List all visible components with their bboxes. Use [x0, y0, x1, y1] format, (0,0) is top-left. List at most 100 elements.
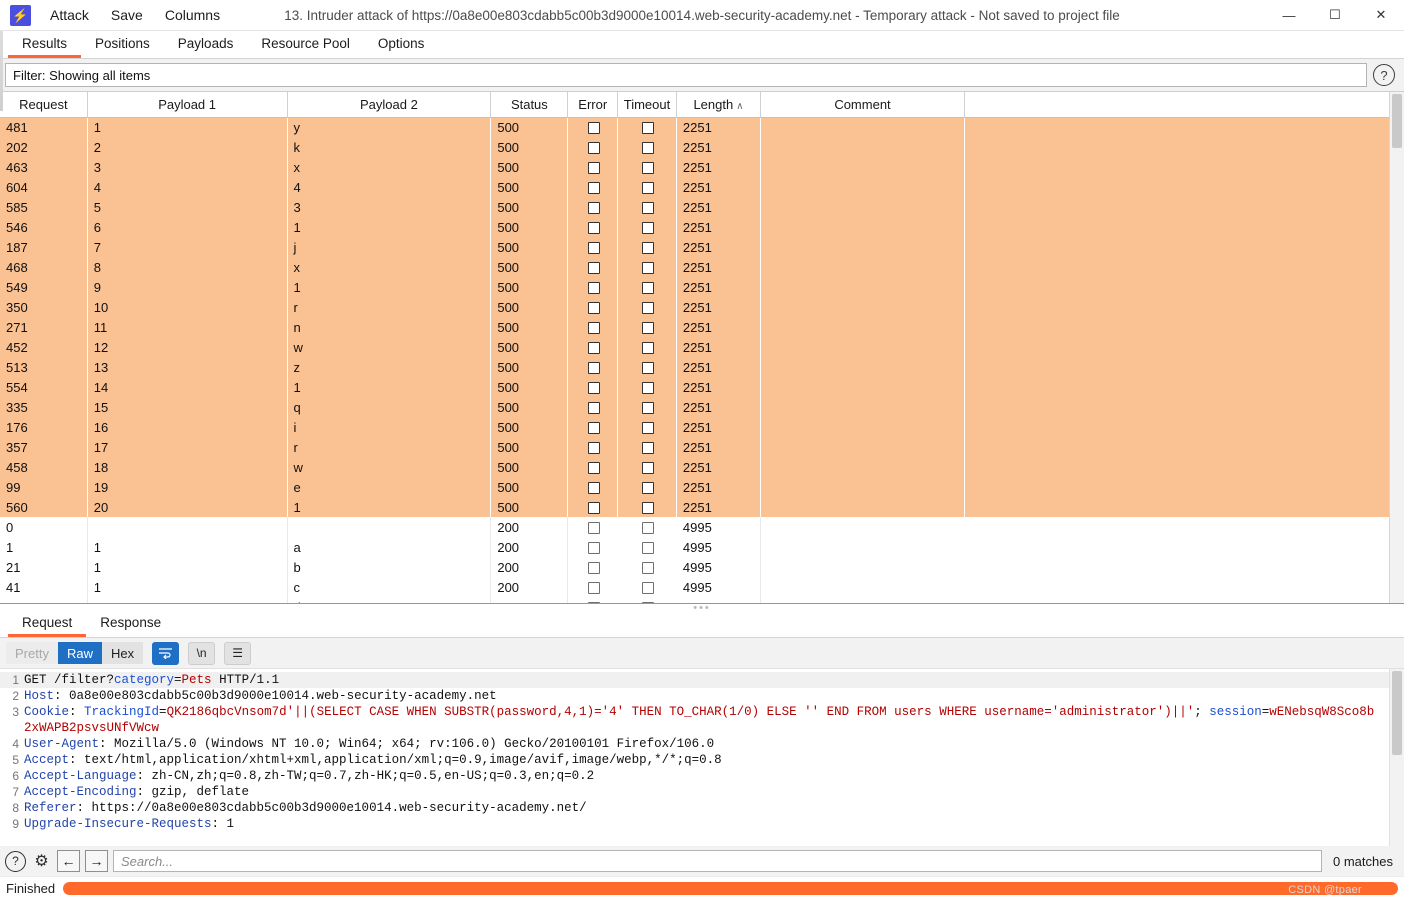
table-row[interactable]: 271 11 n 500 2251: [0, 317, 1389, 337]
cell-error[interactable]: [567, 257, 618, 277]
view-mode-raw[interactable]: Raw: [57, 642, 102, 664]
cell-timeout[interactable]: [617, 157, 677, 177]
close-button[interactable]: ✕: [1358, 0, 1404, 31]
tab-positions[interactable]: Positions: [81, 31, 164, 58]
request-line-text[interactable]: Upgrade-Insecure-Requests: 1: [24, 816, 1389, 832]
request-line-text[interactable]: Cookie: TrackingId=QK2186qbcVnsom7d'||(S…: [24, 704, 1389, 736]
word-wrap-icon[interactable]: [152, 641, 180, 665]
error-checkbox[interactable]: [587, 482, 600, 495]
timeout-checkbox[interactable]: [642, 322, 654, 335]
table-row[interactable]: 604 4 4 500 2251: [0, 177, 1389, 197]
editor-vertical-scrollbar[interactable]: [1389, 669, 1404, 846]
cell-error[interactable]: [567, 497, 618, 517]
error-checkbox[interactable]: [587, 242, 600, 255]
table-row[interactable]: 481 1 y 500 2251: [0, 117, 1389, 137]
cell-timeout[interactable]: [617, 417, 677, 437]
error-checkbox[interactable]: [587, 402, 600, 415]
timeout-checkbox[interactable]: [642, 342, 654, 355]
cell-timeout[interactable]: [617, 197, 677, 217]
column-header-payload1[interactable]: Payload 1: [87, 92, 288, 118]
table-row[interactable]: 554 14 1 500 2251: [0, 377, 1389, 397]
column-header-comment[interactable]: Comment: [760, 92, 965, 118]
table-row[interactable]: 585 5 3 500 2251: [0, 197, 1389, 217]
show-newlines-icon[interactable]: \n: [188, 641, 216, 665]
timeout-checkbox[interactable]: [642, 262, 654, 275]
cell-timeout[interactable]: [617, 177, 677, 197]
cell-error[interactable]: [567, 177, 618, 197]
results-scrollbar-thumb[interactable]: [1392, 94, 1402, 148]
timeout-checkbox[interactable]: [642, 302, 654, 315]
cell-timeout[interactable]: [617, 497, 677, 517]
cell-error[interactable]: [567, 577, 618, 597]
cell-error[interactable]: [567, 237, 618, 257]
cell-timeout[interactable]: [617, 117, 677, 137]
cell-timeout[interactable]: [617, 477, 677, 497]
tab-resource-pool[interactable]: Resource Pool: [247, 31, 364, 58]
cell-error[interactable]: [567, 477, 618, 497]
table-row[interactable]: 463 3 x 500 2251: [0, 157, 1389, 177]
timeout-checkbox[interactable]: [642, 522, 654, 535]
table-row[interactable]: 187 7 j 500 2251: [0, 237, 1389, 257]
column-header-status[interactable]: Status: [490, 92, 569, 118]
timeout-checkbox[interactable]: [642, 142, 654, 155]
cell-error[interactable]: [567, 517, 618, 537]
cell-error[interactable]: [567, 337, 618, 357]
cell-error[interactable]: [567, 297, 618, 317]
table-row[interactable]: 560 20 1 500 2251: [0, 497, 1389, 517]
cell-error[interactable]: [567, 217, 618, 237]
timeout-checkbox[interactable]: [642, 162, 654, 175]
cell-error[interactable]: [567, 397, 618, 417]
timeout-checkbox[interactable]: [642, 282, 654, 295]
timeout-checkbox[interactable]: [642, 382, 654, 395]
error-checkbox[interactable]: [587, 382, 600, 395]
timeout-checkbox[interactable]: [642, 242, 654, 255]
table-row[interactable]: 513 13 z 500 2251: [0, 357, 1389, 377]
timeout-checkbox[interactable]: [642, 602, 654, 603]
timeout-checkbox[interactable]: [642, 182, 654, 195]
error-checkbox[interactable]: [587, 562, 600, 575]
cell-error[interactable]: [567, 277, 618, 297]
timeout-checkbox[interactable]: [642, 462, 654, 475]
menu-attack[interactable]: Attack: [39, 0, 100, 31]
table-row[interactable]: 546 6 1 500 2251: [0, 217, 1389, 237]
table-row[interactable]: 202 2 k 500 2251: [0, 137, 1389, 157]
table-row[interactable]: 176 16 i 500 2251: [0, 417, 1389, 437]
error-checkbox[interactable]: [587, 422, 600, 435]
cell-error[interactable]: [567, 557, 618, 577]
cell-error[interactable]: [567, 457, 618, 477]
cell-timeout[interactable]: [617, 457, 677, 477]
cell-timeout[interactable]: [617, 377, 677, 397]
cell-timeout[interactable]: [617, 317, 677, 337]
timeout-checkbox[interactable]: [642, 542, 654, 555]
table-row[interactable]: 335 15 q 500 2251: [0, 397, 1389, 417]
maximize-button[interactable]: ☐: [1312, 0, 1358, 31]
tab-response[interactable]: Response: [86, 611, 175, 637]
cell-error[interactable]: [567, 197, 618, 217]
timeout-checkbox[interactable]: [642, 422, 654, 435]
search-help-icon[interactable]: ?: [5, 850, 26, 872]
error-checkbox[interactable]: [587, 262, 600, 275]
cell-error[interactable]: [567, 157, 618, 177]
cell-error[interactable]: [567, 537, 618, 557]
error-checkbox[interactable]: [587, 522, 600, 535]
table-row[interactable]: 611d200 4995: [0, 597, 1389, 603]
cell-timeout[interactable]: [617, 297, 677, 317]
column-header-payload2[interactable]: Payload 2: [287, 92, 492, 118]
cell-timeout[interactable]: [617, 597, 677, 603]
filter-input[interactable]: Filter: Showing all items: [5, 63, 1367, 87]
error-checkbox[interactable]: [587, 542, 600, 555]
error-checkbox[interactable]: [587, 602, 600, 603]
cell-timeout[interactable]: [617, 257, 677, 277]
table-row[interactable]: 468 8 x 500 2251: [0, 257, 1389, 277]
timeout-checkbox[interactable]: [642, 502, 654, 515]
error-checkbox[interactable]: [587, 302, 600, 315]
table-row[interactable]: 549 9 1 500 2251: [0, 277, 1389, 297]
timeout-checkbox[interactable]: [642, 402, 654, 415]
cell-error[interactable]: [567, 137, 618, 157]
timeout-checkbox[interactable]: [642, 442, 654, 455]
table-row[interactable]: 458 18 w 500 2251: [0, 457, 1389, 477]
table-row[interactable]: 21 1 b 200 4995: [0, 557, 1389, 577]
request-line-text[interactable]: Host: 0a8e00e803cdabb5c00b3d9000e10014.w…: [24, 688, 1389, 704]
error-checkbox[interactable]: [587, 182, 600, 195]
cell-error[interactable]: [567, 117, 618, 137]
